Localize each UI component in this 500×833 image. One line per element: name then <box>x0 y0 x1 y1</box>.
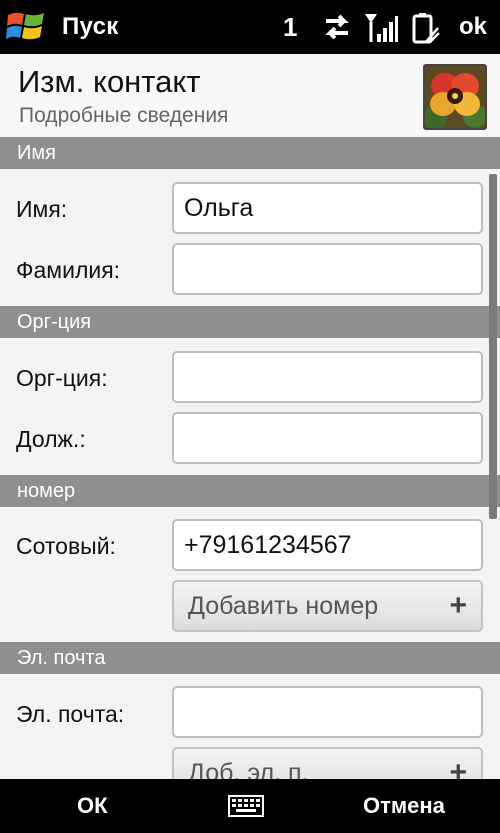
first-name-field[interactable]: Ольга <box>172 182 483 234</box>
cancel-softkey[interactable]: Отмена <box>363 793 445 819</box>
job-title-field[interactable] <box>172 412 483 464</box>
keyboard-icon[interactable] <box>228 795 264 817</box>
page-header: Изм. контакт Подробные сведения <box>0 54 500 136</box>
last-name-label: Фамилия: <box>16 257 121 283</box>
add-number-label: Добавить номер <box>188 592 379 620</box>
data-transfer-icon[interactable] <box>322 12 352 42</box>
mobile-label: Сотовый: <box>16 533 116 559</box>
job-title-label: Долж.: <box>16 426 86 452</box>
section-header-org: Орг-ция <box>0 306 500 338</box>
notification-count[interactable]: 1 <box>283 12 297 43</box>
company-label: Орг-ция: <box>16 365 108 391</box>
email-label: Эл. почта: <box>16 701 125 727</box>
ok-softkey[interactable]: ОК <box>77 793 108 819</box>
edit-contact-screen: Изм. контакт Подробные сведения Имя Имя:… <box>0 54 500 779</box>
email-field[interactable] <box>172 686 483 738</box>
last-name-field[interactable] <box>172 243 483 295</box>
company-field[interactable] <box>172 351 483 403</box>
battery-icon[interactable] <box>412 12 440 44</box>
section-header-email: Эл. почта <box>0 642 500 674</box>
first-name-label: Имя: <box>16 196 68 222</box>
page-subtitle: Подробные сведения <box>19 104 229 127</box>
scrollbar[interactable] <box>489 174 497 519</box>
status-bar: Пуск 1 ok <box>0 0 500 54</box>
windows-logo-icon[interactable] <box>6 9 46 45</box>
add-number-button[interactable]: Добавить номер + <box>172 580 483 632</box>
section-header-name: Имя <box>0 137 500 169</box>
signal-strength-icon[interactable] <box>364 12 398 44</box>
section-header-phone: номер <box>0 475 500 507</box>
mobile-phone-field[interactable]: +79161234567 <box>172 519 483 571</box>
contact-photo[interactable] <box>423 64 487 130</box>
plus-icon: + <box>449 589 467 622</box>
flower-photo-icon <box>425 66 485 128</box>
softkey-bar: ОК Отмена <box>0 779 500 833</box>
plus-icon: + <box>449 756 467 779</box>
page-title: Изм. контакт <box>18 64 201 99</box>
add-email-label: Доб. эл. п. <box>188 759 309 779</box>
add-email-button[interactable]: Доб. эл. п. + <box>172 747 483 779</box>
start-label[interactable]: Пуск <box>62 13 119 41</box>
ok-button[interactable]: ok <box>459 13 487 41</box>
